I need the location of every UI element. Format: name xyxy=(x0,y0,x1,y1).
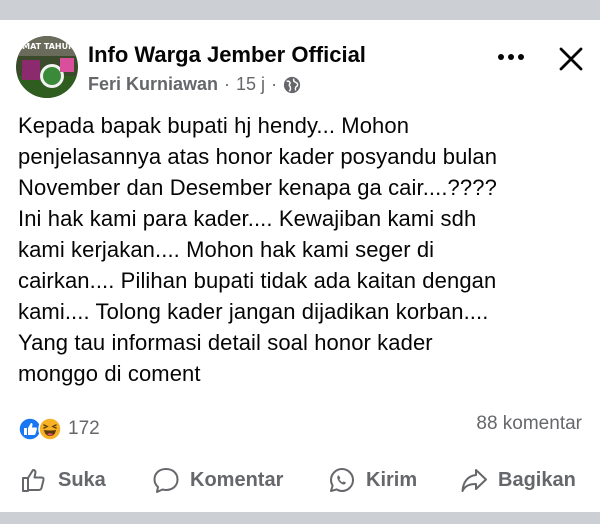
post-card: IMAT TAHUN Info Warga Jember Official Fe… xyxy=(0,20,600,510)
meta-separator-2: · xyxy=(271,74,278,94)
feed-divider-bottom xyxy=(0,512,600,524)
comment-button[interactable]: Komentar xyxy=(152,460,283,500)
reaction-summary[interactable]: 172 xyxy=(18,415,100,443)
send-label: Kirim xyxy=(366,468,418,491)
group-name-link[interactable]: Info Warga Jember Official xyxy=(88,42,366,68)
comment-bubble-icon xyxy=(153,468,179,493)
group-avatar[interactable]: IMAT TAHUN xyxy=(16,36,78,98)
globe-icon xyxy=(283,76,301,93)
meta-separator: · xyxy=(224,74,231,94)
post-header: IMAT TAHUN Info Warga Jember Official Fe… xyxy=(16,36,586,106)
reaction-count: 172 xyxy=(68,418,100,439)
like-button[interactable]: Suka xyxy=(20,460,106,500)
post-meta: Feri Kurniawan · 15 j · xyxy=(88,74,301,95)
share-arrow-icon xyxy=(461,469,487,492)
close-icon[interactable] xyxy=(558,46,584,72)
feed-divider-top xyxy=(0,0,600,20)
post-body-text: Kepada bapak bupati hj hendy... Mohon pe… xyxy=(18,113,498,386)
share-label: Bagikan xyxy=(498,468,576,491)
whatsapp-icon xyxy=(330,468,354,492)
haha-reaction-icon xyxy=(38,417,62,441)
comment-label: Komentar xyxy=(190,468,284,491)
send-button[interactable]: Kirim xyxy=(328,460,417,500)
more-options-icon[interactable] xyxy=(496,52,526,62)
avatar-text: IMAT TAHUN xyxy=(19,42,75,51)
comment-count-link[interactable]: 88 komentar xyxy=(476,413,582,435)
post-action-bar: Suka Komentar Kirim Bagikan xyxy=(0,460,600,500)
share-button[interactable]: Bagikan xyxy=(460,460,576,500)
thumbs-up-icon xyxy=(22,469,45,492)
post-time-link[interactable]: 15 j xyxy=(236,74,265,95)
author-name-link[interactable]: Feri Kurniawan xyxy=(88,74,218,95)
reaction-icons xyxy=(18,417,64,441)
like-label: Suka xyxy=(58,468,106,491)
